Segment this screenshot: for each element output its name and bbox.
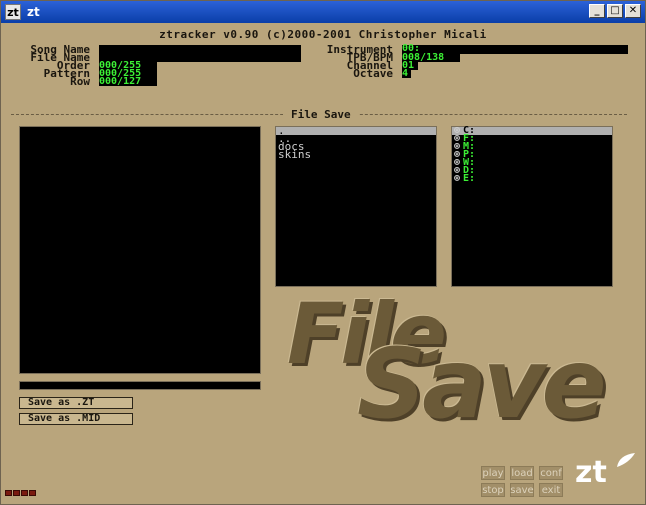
save-button[interactable]: save bbox=[510, 483, 534, 497]
drive-list-item[interactable]: ⊚ D: bbox=[452, 166, 612, 176]
drive-list-item[interactable]: ⊚ M: bbox=[452, 142, 612, 152]
file-list[interactable]: ... docs skins bbox=[275, 125, 437, 287]
close-button[interactable]: ✕ bbox=[625, 4, 641, 18]
file-list-item[interactable]: skins bbox=[276, 149, 436, 160]
exit-button[interactable]: exit bbox=[539, 483, 563, 497]
window-controls: _ □ ✕ bbox=[589, 4, 641, 18]
save-as-mid-button[interactable]: Save as .MID bbox=[19, 413, 133, 425]
window-title: zt bbox=[27, 5, 40, 19]
drive-icon: ⊚ bbox=[454, 173, 461, 184]
app-window: zt zt _ □ ✕ ztracker v0.90 (c)2000-2001 … bbox=[0, 0, 646, 505]
play-button[interactable]: play bbox=[481, 466, 505, 480]
load-button[interactable]: load bbox=[510, 466, 534, 480]
octave-label: Octave bbox=[353, 67, 393, 80]
app-header-title: ztracker v0.90 (c)2000-2001 Christopher … bbox=[159, 28, 487, 41]
row-value: 000/127 bbox=[99, 77, 157, 87]
drive-label: E: bbox=[463, 173, 476, 184]
leaf-icon bbox=[617, 453, 635, 467]
drive-list-item[interactable]: ⊚ E: bbox=[452, 173, 612, 184]
drive-list-item[interactable]: ⊚ C: bbox=[452, 126, 612, 136]
drive-list-item[interactable]: ⊚ F: bbox=[452, 134, 612, 144]
drive-list[interactable]: ⊚ C: ⊚ F: ⊚ M: ⊚ P: ⊚ W: ⊚ D: ⊚ E: bbox=[451, 126, 613, 287]
row-label: Row bbox=[70, 75, 90, 88]
maximize-button[interactable]: □ bbox=[607, 4, 623, 18]
status-led bbox=[13, 490, 20, 496]
drive-list-item[interactable]: ⊚ W: bbox=[452, 158, 612, 168]
file-list-item[interactable]: . bbox=[276, 125, 436, 136]
title-bar[interactable]: zt zt _ □ ✕ bbox=[1, 1, 645, 23]
filename-input[interactable] bbox=[19, 381, 261, 390]
section-title: File Save bbox=[283, 108, 359, 121]
save-decor-word: Save bbox=[357, 328, 607, 440]
drive-list-item[interactable]: ⊚ P: bbox=[452, 150, 612, 160]
zt-app-icon[interactable]: zt bbox=[5, 4, 21, 20]
status-led bbox=[5, 490, 12, 496]
stop-button[interactable]: stop bbox=[481, 483, 505, 497]
conf-button[interactable]: conf bbox=[539, 466, 563, 480]
save-as-zt-button[interactable]: Save as .ZT bbox=[19, 397, 133, 409]
status-led bbox=[29, 490, 36, 496]
zt-logo: zt bbox=[575, 455, 607, 490]
app-content: ztracker v0.90 (c)2000-2001 Christopher … bbox=[3, 23, 643, 502]
status-led bbox=[21, 490, 28, 496]
octave-value: 4 bbox=[402, 69, 411, 79]
preview-panel bbox=[19, 126, 261, 374]
minimize-button[interactable]: _ bbox=[589, 4, 605, 18]
